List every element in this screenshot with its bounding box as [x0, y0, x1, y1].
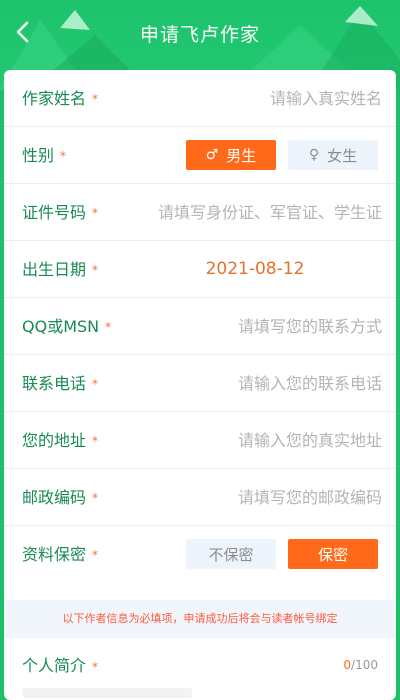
intro-textarea[interactable]	[22, 688, 192, 698]
privacy-label: 资料保密	[22, 545, 87, 564]
required-star: *	[92, 434, 99, 448]
address-label: 您的地址	[22, 431, 87, 450]
author-name-input[interactable]: 请输入真实姓名	[270, 70, 382, 127]
gender-male-button[interactable]: ♂ 男生	[186, 140, 276, 170]
required-star: *	[60, 149, 67, 163]
male-icon: ♂	[205, 147, 219, 163]
row-qq-msn: QQ或MSN * 请填写您的联系方式	[4, 298, 396, 355]
privacy-off-button[interactable]: 不保密	[186, 539, 276, 569]
row-gender: 性别 * ♂ 男生 ♀ 女生	[4, 127, 396, 184]
required-star: *	[92, 548, 99, 562]
required-star: *	[92, 206, 99, 220]
intro-char-counter: 0/100	[343, 658, 378, 672]
row-id-number: 证件号码 * 请填写身份证、军官证、学生证	[4, 184, 396, 241]
required-star: *	[92, 660, 99, 674]
application-form: 作家姓名 * 请输入真实姓名 性别 * ♂ 男生 ♀ 女生 证件号码 * 请填写身份证、军…	[4, 70, 396, 700]
address-input[interactable]: 请输入您的真实地址	[238, 412, 382, 469]
row-birth-date: 出生日期 * 2021-08-12	[4, 241, 396, 298]
qq-msn-input[interactable]: 请填写您的联系方式	[238, 298, 382, 355]
id-number-label: 证件号码	[22, 203, 87, 222]
phone-input[interactable]: 请输入您的联系电话	[238, 355, 382, 412]
required-star: *	[92, 377, 99, 391]
id-number-input[interactable]: 请填写身份证、军官证、学生证	[158, 184, 382, 241]
intro-label: 个人简介	[22, 656, 87, 675]
author-name-label: 作家姓名	[22, 89, 87, 108]
postcode-input[interactable]: 请填写您的邮政编码	[238, 469, 382, 526]
required-star: *	[92, 92, 99, 106]
row-postcode: 邮政编码 * 请填写您的邮政编码	[4, 469, 396, 526]
row-address: 您的地址 * 请输入您的真实地址	[4, 412, 396, 469]
gender-label: 性别	[22, 146, 55, 165]
birth-date-picker[interactable]: 2021-08-12	[4, 241, 396, 298]
privacy-on-button[interactable]: 保密	[288, 539, 378, 569]
row-privacy: 资料保密 * 不保密 保密	[4, 526, 396, 583]
required-star: *	[105, 320, 112, 334]
qq-msn-label: QQ或MSN	[22, 317, 100, 336]
required-star: *	[92, 491, 99, 505]
phone-label: 联系电话	[22, 374, 87, 393]
gender-female-button[interactable]: ♀ 女生	[288, 140, 378, 170]
row-author-name: 作家姓名 * 请输入真实姓名	[4, 70, 396, 127]
female-icon: ♀	[308, 147, 320, 163]
page-title: 申请飞卢作家	[139, 24, 260, 46]
required-info-notice: 以下作者信息为必填项，申请成功后将会与读者帐号绑定	[4, 600, 396, 638]
row-phone: 联系电话 * 请输入您的联系电话	[4, 355, 396, 412]
postcode-label: 邮政编码	[22, 488, 87, 507]
